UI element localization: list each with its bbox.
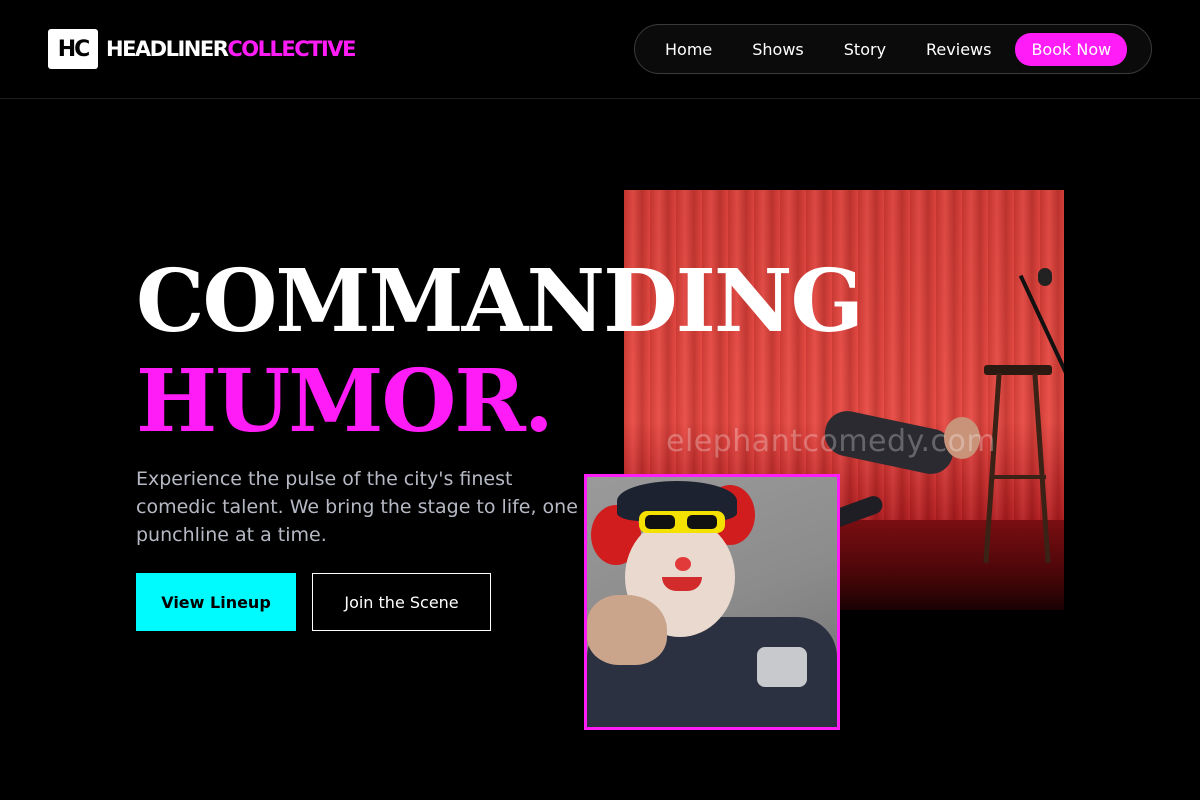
sunglasses (639, 511, 725, 533)
nav-home[interactable]: Home (665, 40, 712, 59)
police-badge-icon (757, 647, 807, 687)
headline-line1: COMMANDING (136, 251, 864, 352)
nav-story[interactable]: Story (844, 40, 886, 59)
logo-badge: HC (48, 29, 98, 69)
nav-shows[interactable]: Shows (752, 40, 804, 59)
headline-line2: HUMOR. (136, 351, 554, 452)
main-nav: Home Shows Story Reviews Book Now (634, 24, 1152, 74)
brand-logo[interactable]: HC HEADLINERCOLLECTIVE (48, 29, 356, 69)
microphone-icon (1038, 268, 1052, 286)
brand-name: HEADLINERCOLLECTIVE (106, 37, 356, 61)
hero-headline: COMMANDING HUMOR. (136, 251, 864, 452)
site-header: HC HEADLINERCOLLECTIVE Home Shows Story … (0, 0, 1200, 99)
view-lineup-button[interactable]: View Lineup (136, 573, 296, 631)
join-the-scene-button[interactable]: Join the Scene (312, 573, 491, 631)
hero-subtext: Experience the pulse of the city's fines… (136, 468, 578, 546)
brand-name-part1: HEADLINER (106, 37, 229, 61)
pointing-hand (587, 595, 667, 665)
book-now-button[interactable]: Book Now (1015, 32, 1128, 66)
nav-reviews[interactable]: Reviews (926, 40, 991, 59)
bar-stool (983, 365, 1054, 565)
brand-name-part2: COLLECTIVE (227, 37, 356, 61)
hero-inset-photo (584, 474, 840, 730)
